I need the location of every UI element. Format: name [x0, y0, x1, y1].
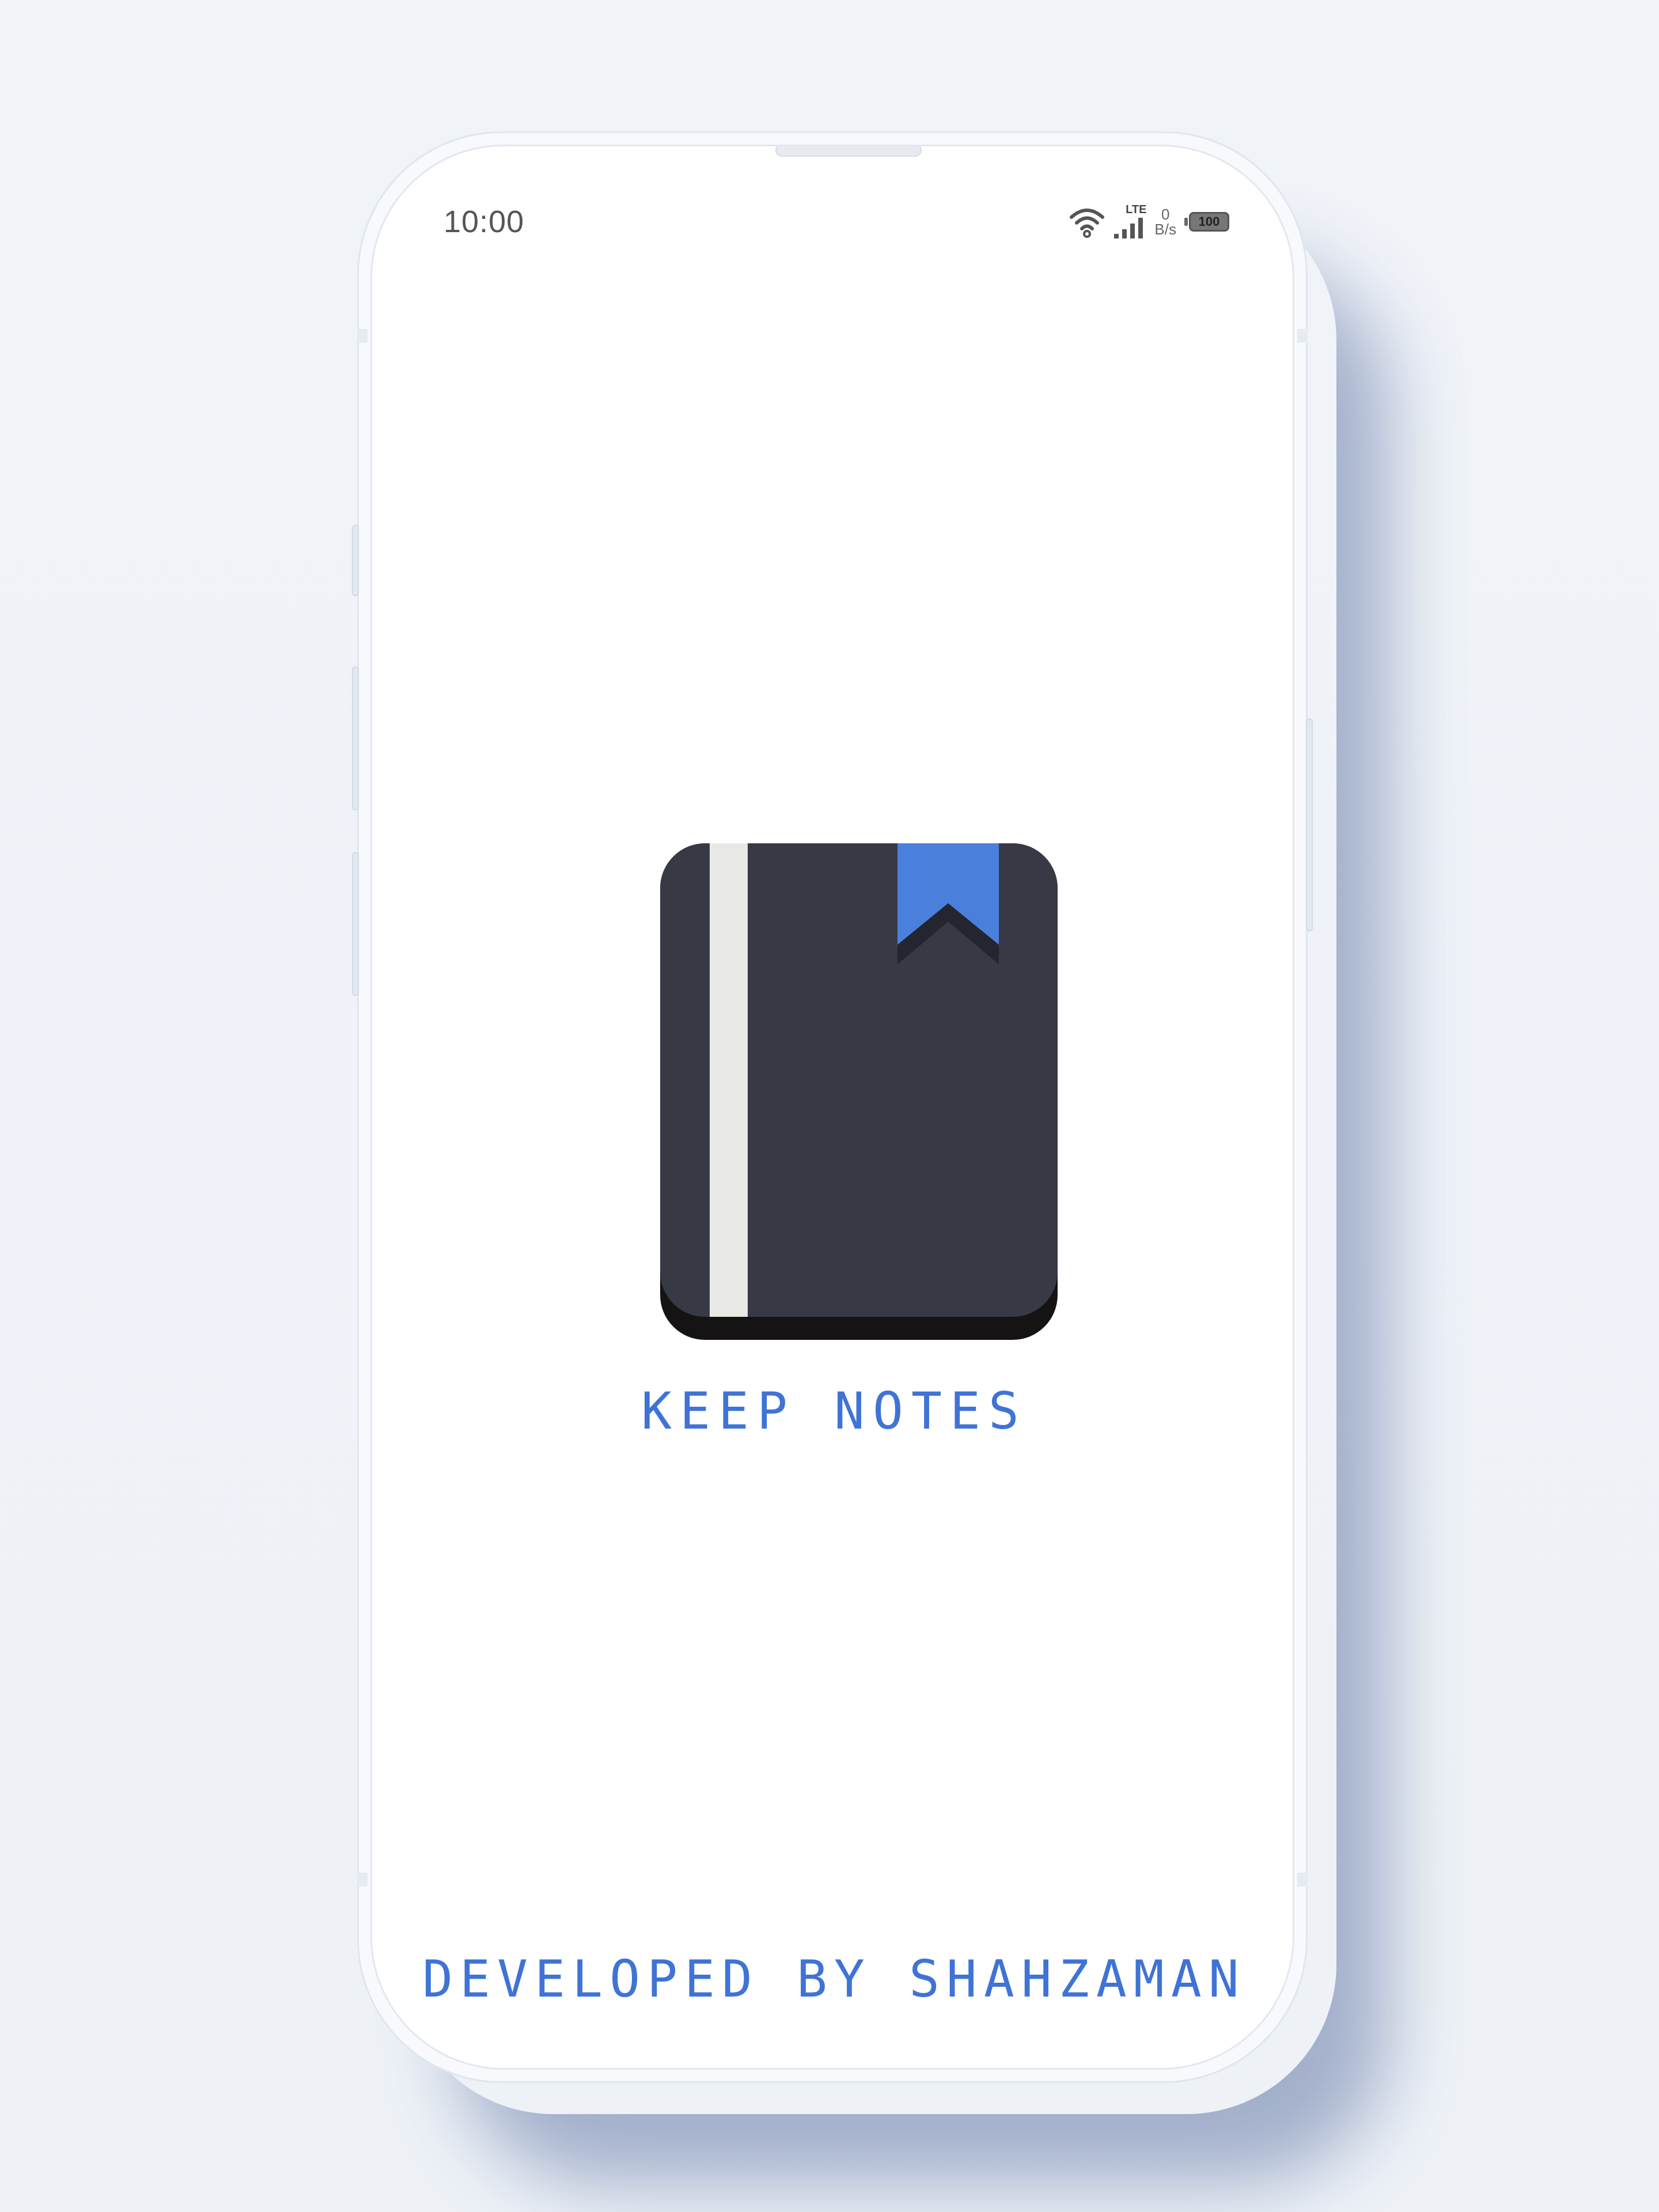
antenna-line — [357, 1873, 368, 1887]
status-time: 10:00 — [444, 204, 525, 239]
developer-credit: DEVELOPED BY SHAHZAMAN — [422, 1949, 1246, 2009]
cellular-indicator: LTE — [1113, 204, 1146, 240]
network-type-label: LTE — [1126, 203, 1147, 216]
mute-switch — [352, 525, 359, 596]
book-spine-band — [710, 843, 748, 1317]
battery-icon: 100 — [1184, 212, 1229, 232]
signal-icon — [1114, 218, 1143, 238]
app-title: KEEP NOTES — [641, 1381, 1027, 1441]
status-icons: LTE 0 B/s 100 — [1069, 202, 1229, 242]
power-button — [1306, 718, 1313, 931]
network-speed: 0 B/s — [1154, 207, 1176, 237]
earpiece-speaker — [775, 146, 922, 157]
battery-level: 100 — [1198, 214, 1220, 229]
notebook-icon — [660, 843, 1058, 1340]
battery-body: 100 — [1189, 212, 1229, 232]
network-speed-value: 0 — [1161, 206, 1170, 223]
volume-down-button — [352, 852, 359, 996]
phone-screen: 10:00 LTE 0 B/s 100 KEEP NOTES DEVELOPED… — [370, 145, 1294, 2070]
wifi-icon — [1070, 209, 1105, 238]
volume-up-button — [352, 666, 359, 810]
network-speed-unit: B/s — [1154, 221, 1176, 238]
battery-nub — [1184, 218, 1188, 226]
antenna-line — [357, 329, 368, 343]
antenna-line — [1297, 1873, 1308, 1887]
phone-frame: 10:00 LTE 0 B/s 100 KEEP NOTES DEVELOPED… — [352, 131, 1313, 2083]
antenna-line — [1297, 329, 1308, 343]
